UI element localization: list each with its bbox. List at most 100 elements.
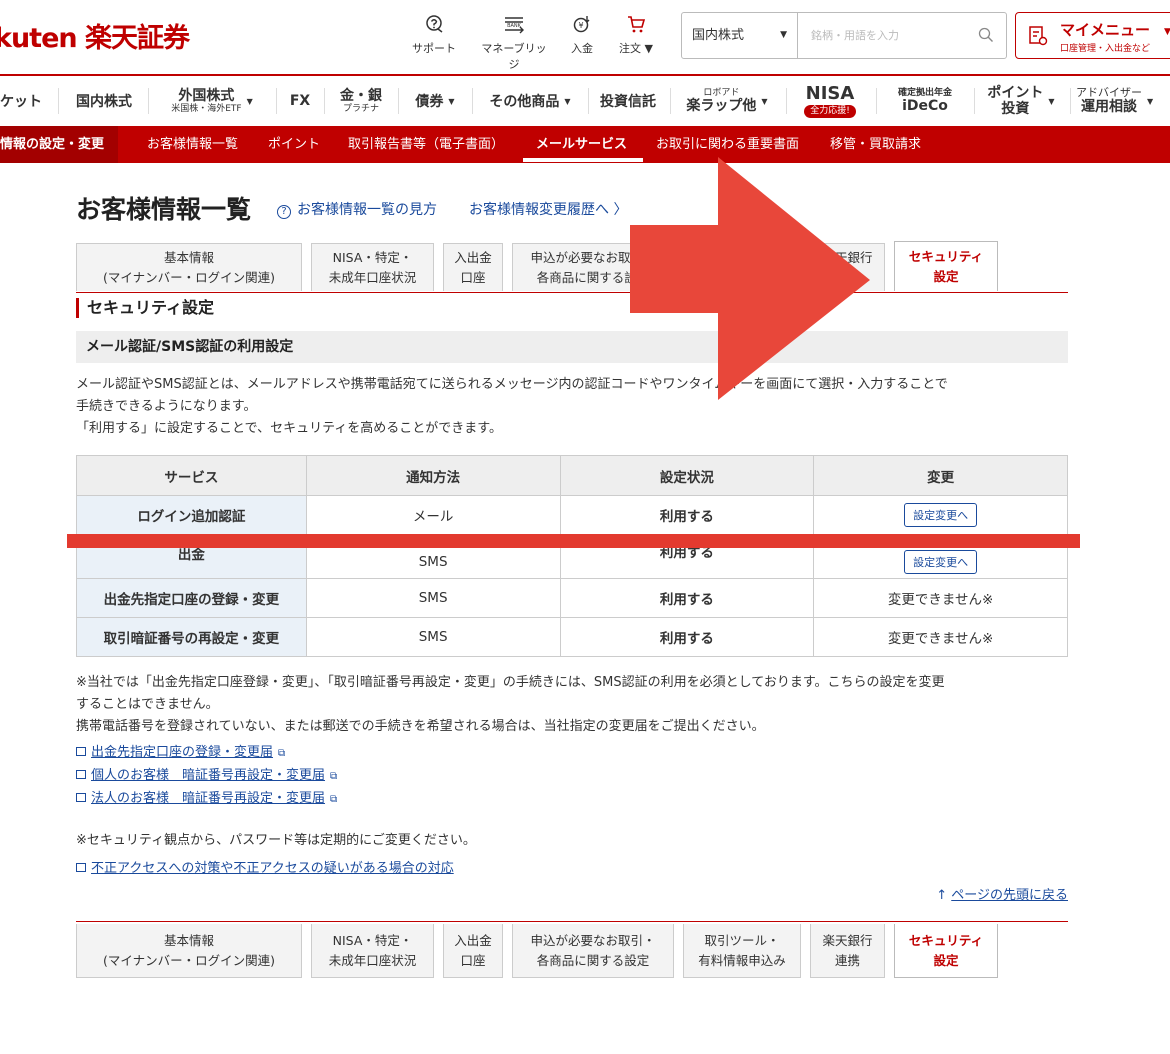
back-to-top-link[interactable]: ↑ ページの先頭に戻る bbox=[936, 884, 1068, 903]
tab-label: 各商品に関する設定 bbox=[536, 269, 650, 285]
my-menu-subtitle: 口座管理・入出金など bbox=[1060, 44, 1151, 54]
change-settings-button[interactable]: 設定変更へ bbox=[904, 549, 978, 574]
tab-basic-info[interactable]: 基本情報 (マイナンバー・ログイン関連) bbox=[76, 243, 302, 291]
note-line: することはできません。 bbox=[76, 697, 219, 712]
annotation-underline bbox=[67, 534, 1080, 548]
tab-label: 口座 bbox=[460, 952, 486, 968]
section-description: メール認証やSMS認証とは、メールアドレスや携帯電話宛てに送られるメッセージ内の… bbox=[76, 374, 1076, 440]
divider bbox=[472, 88, 473, 114]
external-link-icon: ⧉ bbox=[278, 748, 286, 759]
tab-label: 設定 bbox=[933, 952, 959, 968]
gnav-item-mutual-funds[interactable]: 投資信託 bbox=[592, 76, 664, 126]
tab-basic-info[interactable]: 基本情報 (マイナンバー・ログイン関連) bbox=[76, 924, 302, 978]
gnav-label: 債券 bbox=[415, 94, 444, 110]
gnav-label: iDeCo bbox=[902, 98, 948, 115]
money-bridge-link[interactable]: BANK マネーブリッジ bbox=[478, 14, 550, 72]
password-note: ※セキュリティ観点から、パスワード等は定期的にご変更ください。 bbox=[76, 833, 476, 848]
support-label: サポート bbox=[412, 42, 456, 55]
search-input[interactable] bbox=[799, 13, 969, 58]
money-bridge-icon: BANK bbox=[505, 17, 524, 34]
column-header: 変更 bbox=[813, 455, 1068, 496]
form-link-withdrawal-account[interactable]: 出金先指定口座の登録・変更届 ⧉ bbox=[76, 742, 337, 765]
my-menu-button[interactable]: マイメニュー 口座管理・入出金など ▼ bbox=[1015, 12, 1170, 59]
help-link[interactable]: ? お客様情報一覧の見方 bbox=[277, 199, 437, 219]
tab-rakuten-bank[interactable]: 楽天銀行 連携 bbox=[810, 924, 885, 978]
table-header-row: サービス 通知方法 設定状況 変更 bbox=[76, 455, 1068, 496]
document-icon bbox=[76, 863, 86, 872]
gnav-label: ケット bbox=[0, 94, 42, 110]
gnav-item-point-invest[interactable]: ポイント 投資 ▼ bbox=[978, 76, 1064, 126]
tab-product-settings[interactable]: 申込が必要なお取引・ 各商品に関する設定 bbox=[512, 924, 674, 978]
gnav-item-other-products[interactable]: その他商品 ▼ bbox=[476, 76, 584, 126]
change-unavailable: 変更できません※ bbox=[813, 578, 1068, 618]
site-logo[interactable]: kuten 楽天証券 bbox=[0, 16, 190, 55]
search-icon[interactable] bbox=[978, 27, 994, 43]
setting-status: 利用する bbox=[559, 578, 815, 618]
gnav-label: その他商品 bbox=[489, 94, 560, 110]
table-row: ログイン追加認証 メール 利用する 設定変更へ bbox=[76, 495, 1068, 535]
document-icon bbox=[76, 747, 86, 756]
notify-method: SMS bbox=[305, 578, 561, 618]
subnav-item-important-docs[interactable]: お取引に関わる重要書面 bbox=[656, 126, 799, 163]
section-heading: セキュリティ設定 bbox=[76, 298, 214, 318]
gnav-item-ideco[interactable]: 確定拠出年金 iDeCo bbox=[880, 76, 970, 126]
tab-security-settings[interactable]: セキュリティ 設定 bbox=[894, 924, 998, 978]
subnav-item-reports[interactable]: 取引報告書等（電子書面） bbox=[348, 126, 504, 163]
tab-label: 未成年口座状況 bbox=[328, 952, 417, 968]
tab-nisa[interactable]: NISA・特定・ 未成年口座状況 bbox=[311, 924, 434, 978]
chevron-down-icon: ▼ bbox=[1164, 27, 1170, 37]
support-link[interactable]: サポート bbox=[398, 14, 470, 56]
column-header: 通知方法 bbox=[305, 455, 561, 496]
gnav-label: 外国株式 bbox=[178, 87, 235, 104]
subnav-item-points[interactable]: ポイント bbox=[268, 126, 320, 163]
fraud-access-link[interactable]: 不正アクセスへの対策や不正アクセスの疑いがある場合の対応 bbox=[76, 857, 454, 876]
tab-label: 申込が必要なお取引・ bbox=[530, 250, 656, 266]
order-label: 注文 ▼ bbox=[619, 42, 653, 55]
cart-icon bbox=[628, 16, 646, 33]
gnav-item-gold[interactable]: 金・銀 プラチナ bbox=[328, 76, 394, 126]
table-row: 出金先指定口座の登録・変更 SMS 利用する 変更できません※ bbox=[76, 578, 1068, 618]
subnav-item-customer-info[interactable]: お客様情報一覧 bbox=[147, 126, 238, 163]
history-link[interactable]: お客様情報変更履歴へ 〉 bbox=[469, 199, 627, 219]
gnav-sublabel: プラチナ bbox=[342, 103, 379, 114]
tab-label: 未成年口座状況 bbox=[328, 269, 417, 285]
form-link-individual-pin[interactable]: 個人のお客様 暗証番号再設定・変更届 ⧉ bbox=[76, 765, 337, 788]
gnav-item-market[interactable]: ケット bbox=[0, 76, 48, 126]
tab-product-settings[interactable]: 申込が必要なお取引・ 各商品に関する設定 bbox=[512, 243, 674, 291]
subnav-item-settings[interactable]: 情報の設定・変更 bbox=[0, 126, 119, 163]
tab-label: 設定 bbox=[933, 268, 959, 284]
tab-nisa[interactable]: NISA・特定・ 未成年口座状況 bbox=[311, 243, 434, 291]
form-link-corporate-pin[interactable]: 法人のお客様 暗証番号再設定・変更届 ⧉ bbox=[76, 788, 337, 811]
external-link-icon: ⧉ bbox=[330, 771, 338, 782]
gnav-item-bonds[interactable]: 債券 ▼ bbox=[402, 76, 468, 126]
tab-label: 入出金 bbox=[454, 933, 492, 949]
money-bridge-label: マネーブリッジ bbox=[481, 42, 547, 71]
tab-trading-tools[interactable]: 取引ツール・ 有料情報申込み bbox=[683, 924, 801, 978]
gnav-item-foreign-stock[interactable]: 外国株式 米国株・海外ETF ▼ bbox=[152, 76, 272, 126]
tab-topline bbox=[76, 921, 1068, 922]
tab-deposit-account[interactable]: 入出金 口座 bbox=[443, 243, 503, 291]
order-menu[interactable]: 注文 ▼ bbox=[600, 14, 672, 56]
gnav-item-robo-advisor[interactable]: ロボアド 楽ラップ他 ▼ bbox=[674, 76, 780, 126]
gnav-sublabel: 確定拠出年金 bbox=[897, 87, 952, 98]
gnav-item-fx[interactable]: FX bbox=[280, 76, 320, 126]
tab-trading-tools[interactable]: 取引ツール・ 有料情報申込み bbox=[683, 243, 801, 291]
change-settings-button[interactable]: 設定変更へ bbox=[904, 503, 978, 527]
divider bbox=[58, 88, 59, 114]
search-category-select[interactable]: 国内株式 ▼ bbox=[682, 13, 798, 58]
gnav-item-advisor[interactable]: アドバイザー 運用相談 ▼ bbox=[1076, 76, 1170, 126]
subnav-label: ポイント bbox=[268, 137, 321, 152]
tab-rakuten-bank[interactable]: 楽天銀行 連携 bbox=[810, 243, 885, 291]
subnav-label: メールサービス bbox=[536, 137, 628, 152]
gnav-item-domestic-stock[interactable]: 国内株式 bbox=[64, 76, 144, 126]
description-line: 「利用する」に設定することで、セキュリティを高めることができます。 bbox=[76, 421, 503, 436]
tab-deposit-account[interactable]: 入出金 口座 bbox=[443, 924, 503, 978]
divider bbox=[398, 88, 399, 114]
table-row: 取引暗証番号の再設定・変更 SMS 利用する 変更できません※ bbox=[76, 617, 1068, 657]
divider bbox=[786, 88, 787, 114]
gnav-label: 国内株式 bbox=[76, 94, 132, 110]
gnav-item-nisa[interactable]: NISA 全力応援! bbox=[790, 76, 870, 126]
tab-security-settings[interactable]: セキュリティ 設定 bbox=[894, 241, 998, 291]
subsection-heading: メール認証/SMS認証の利用設定 bbox=[76, 331, 1068, 363]
subnav-item-transfer[interactable]: 移管・買取請求 bbox=[830, 126, 921, 163]
